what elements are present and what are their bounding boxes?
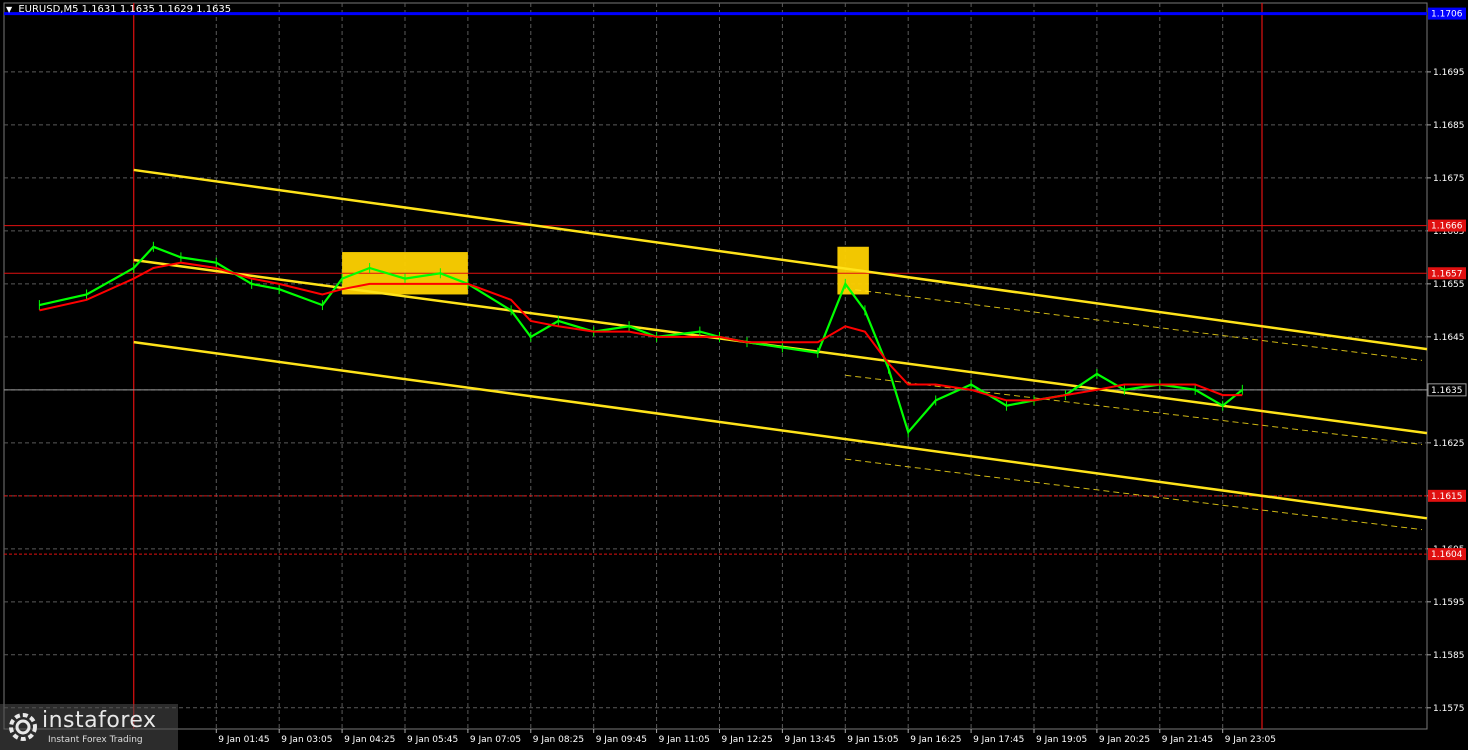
x-tick-label: 9 Jan 21:45	[1162, 735, 1213, 745]
x-tick-label: 9 Jan 07:05	[470, 735, 521, 745]
y-tick-label: 1.1645	[1433, 333, 1465, 343]
x-tick-label: 9 Jan 19:05	[1036, 735, 1087, 745]
x-tick-label: 9 Jan 01:45	[218, 735, 269, 745]
price-level-label: 1.1666	[1431, 222, 1463, 232]
y-tick-label: 1.1625	[1433, 439, 1465, 449]
y-tick-label: 1.1685	[1433, 121, 1465, 131]
y-tick-label: 1.1575	[1433, 704, 1465, 714]
y-tick-label: 1.1675	[1433, 174, 1465, 184]
x-tick-label: 9 Jan 09:45	[596, 735, 647, 745]
gear-logo-icon	[9, 713, 37, 741]
x-tick-label: 9 Jan 08:25	[533, 735, 584, 745]
x-tick-label: 9 Jan 20:25	[1099, 735, 1150, 745]
y-tick-label: 1.1585	[1433, 651, 1465, 661]
price-chart[interactable]: 1.16951.16851.16751.16651.16551.16451.16…	[0, 0, 1468, 750]
logo-tagline: Instant Forex Trading	[48, 735, 143, 745]
price-level-label: 1.1657	[1431, 269, 1463, 279]
y-tick-label: 1.1695	[1433, 68, 1465, 78]
x-tick-label: 9 Jan 13:45	[784, 735, 835, 745]
x-tick-label: 9 Jan 11:05	[659, 735, 710, 745]
x-tick-label: 9 Jan 17:45	[973, 735, 1024, 745]
price-level-label: 1.1635	[1431, 386, 1463, 396]
price-level-label: 1.1615	[1431, 492, 1463, 502]
x-tick-label: 9 Jan 04:25	[344, 735, 395, 745]
x-tick-label: 9 Jan 05:45	[407, 735, 458, 745]
quote-values: 1.1631 1.1635 1.1629 1.1635	[81, 4, 232, 15]
x-tick-label: 9 Jan 16:25	[910, 735, 961, 745]
dropdown-triangle-icon[interactable]: ▼	[6, 5, 12, 14]
x-tick-label: 9 Jan 23:05	[1225, 735, 1276, 745]
x-tick-label: 9 Jan 12:25	[721, 735, 772, 745]
symbol-label: EURUSD,M5	[18, 4, 79, 15]
x-tick-label: 9 Jan 15:05	[847, 735, 898, 745]
symbol-info: ▼ EURUSD,M5 1.1631 1.1635 1.1629 1.1635	[6, 4, 231, 15]
logo-brand: instaforex	[42, 708, 157, 733]
instaforex-logo: instaforex Instant Forex Trading	[0, 704, 178, 750]
chart-background	[0, 0, 1468, 750]
y-tick-label: 1.1655	[1433, 280, 1465, 290]
y-tick-label: 1.1595	[1433, 598, 1465, 608]
price-level-label: 1.1706	[1431, 10, 1463, 20]
price-level-label: 1.1604	[1431, 550, 1463, 560]
x-tick-label: 9 Jan 03:05	[281, 735, 332, 745]
grid	[0, 0, 1468, 750]
